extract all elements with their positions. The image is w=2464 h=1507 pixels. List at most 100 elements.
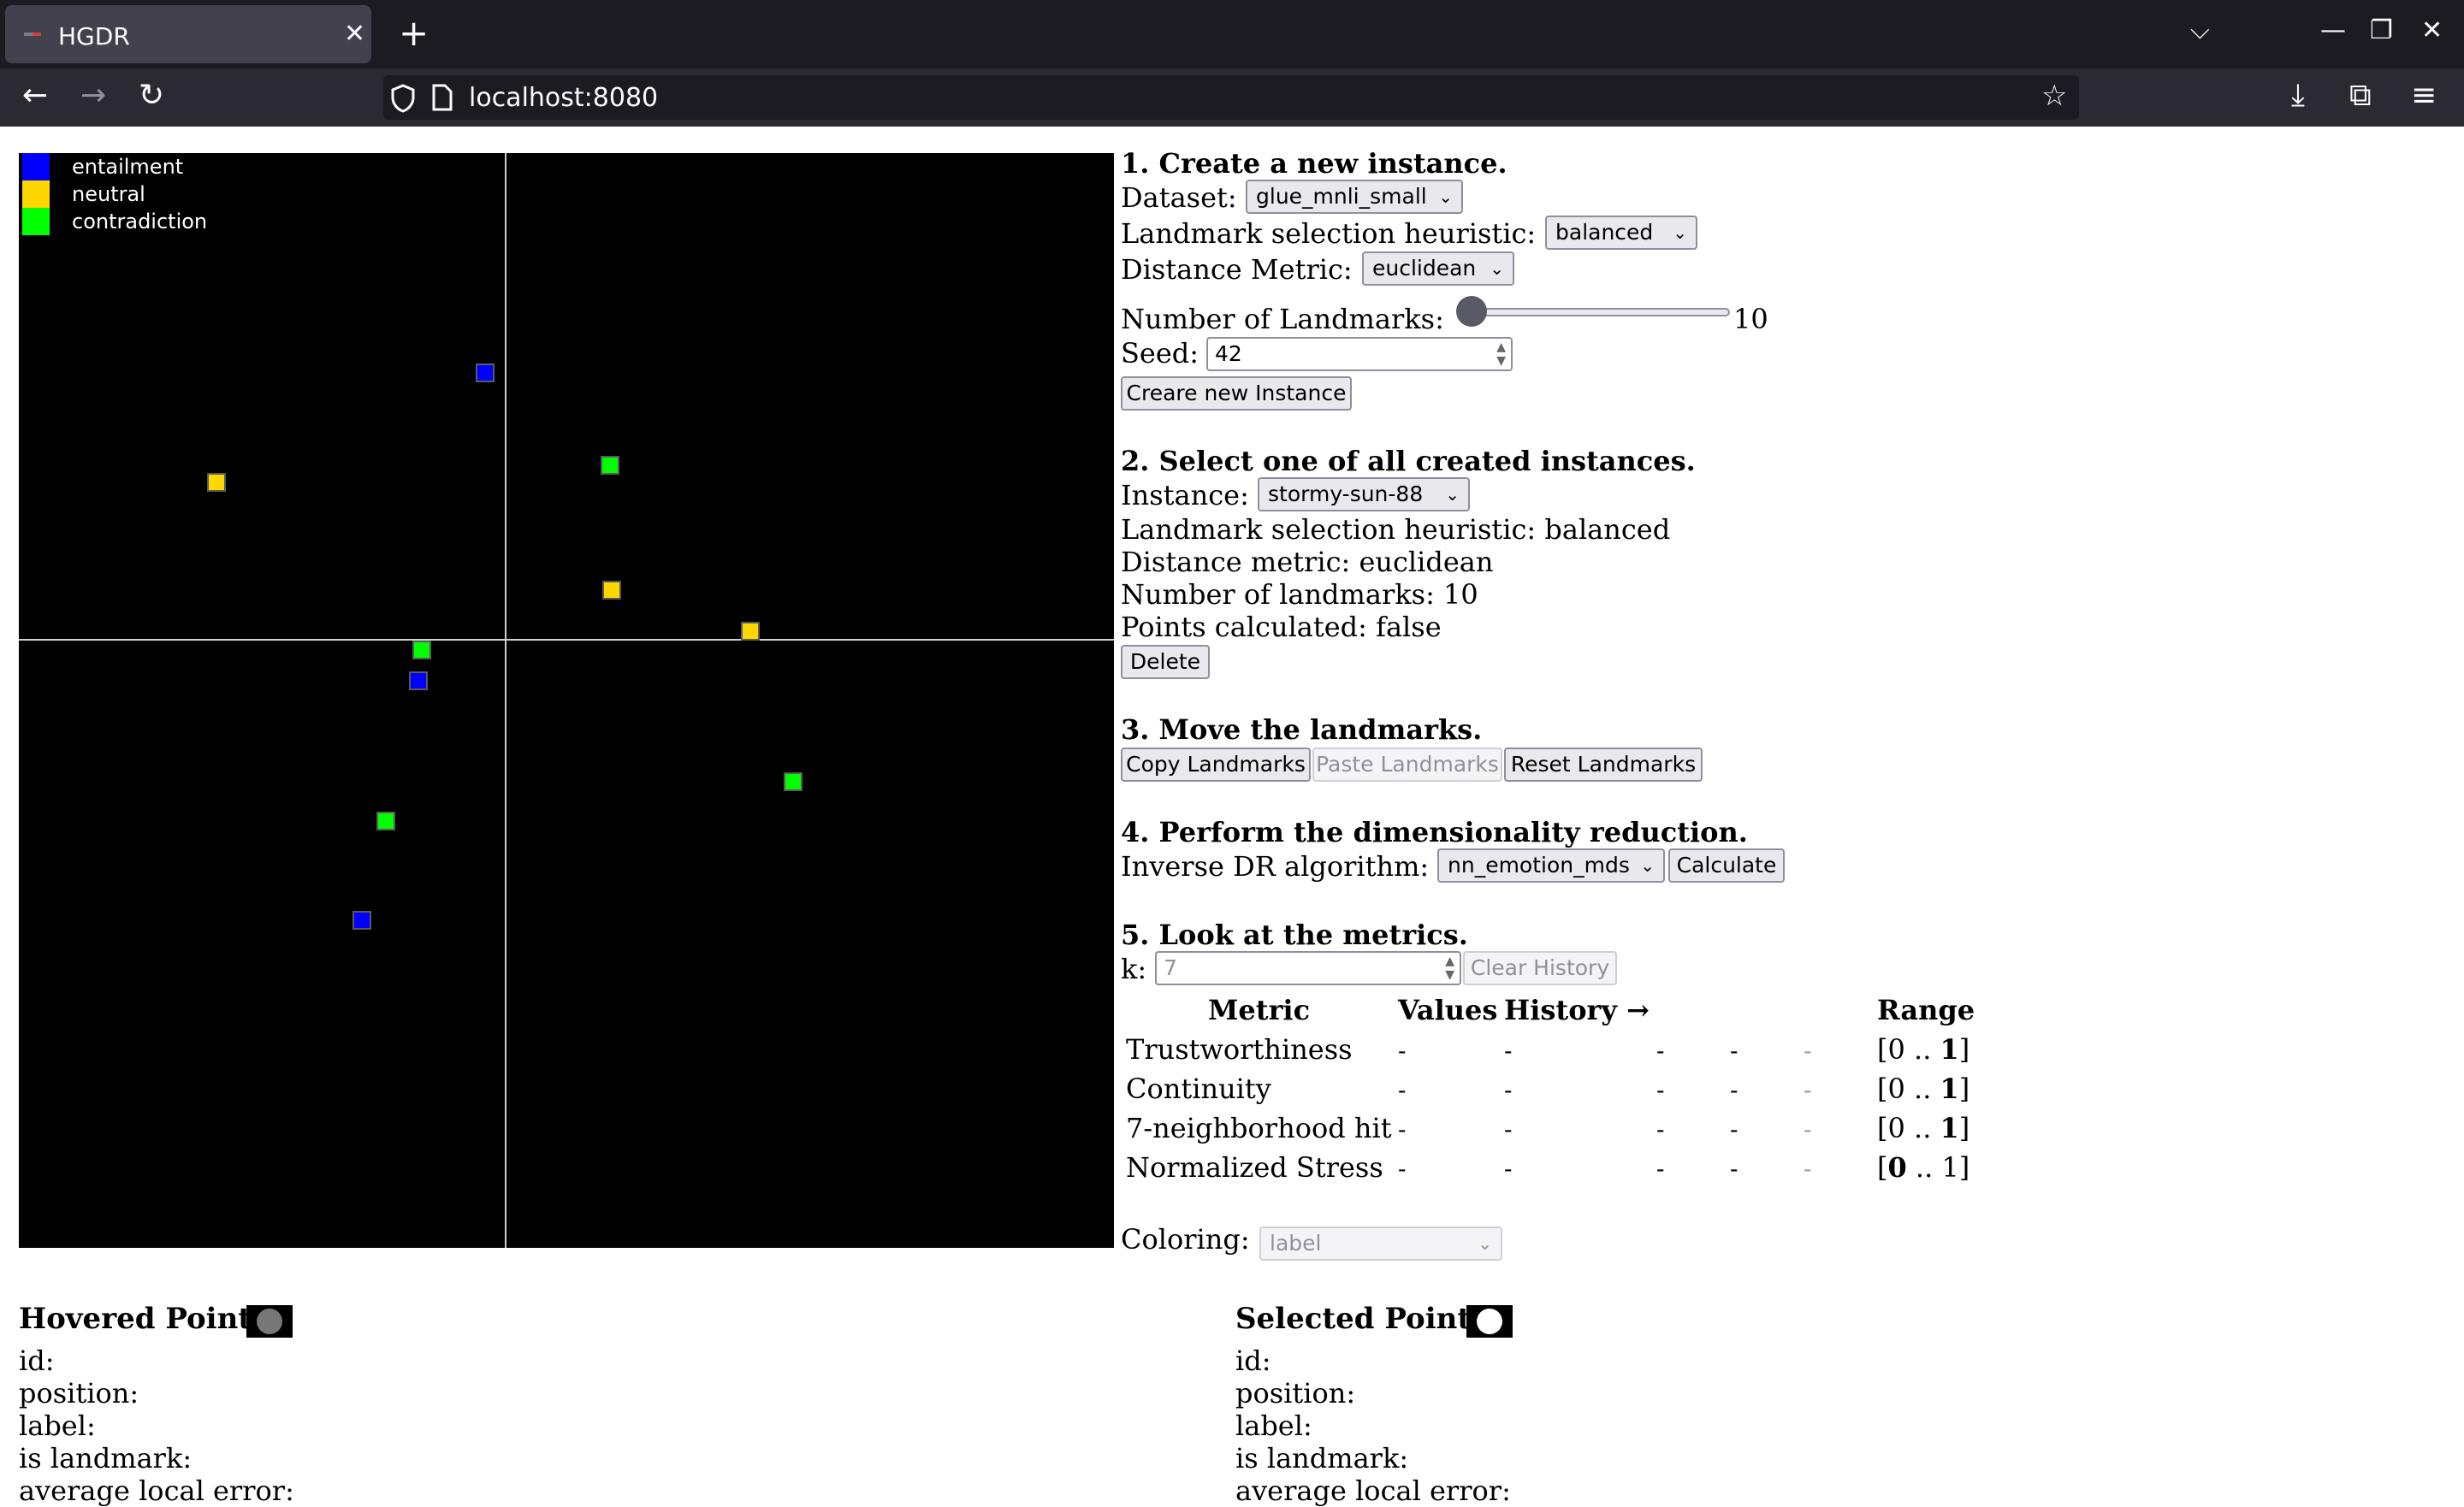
- metric-history: -: [1730, 1155, 1738, 1183]
- instance-select[interactable]: stormy-sun-88 ⌄: [1258, 477, 1470, 511]
- chevron-down-icon: ⌄: [1490, 258, 1504, 279]
- coloring-label: Coloring:: [1121, 1223, 1250, 1256]
- projection-canvas[interactable]: entailment neutral contradiction: [19, 153, 1114, 1248]
- url-text[interactable]: localhost:8080: [469, 82, 658, 115]
- horizontal-axis-line: [19, 639, 1114, 641]
- distance-metric-label: Distance Metric:: [1121, 253, 1353, 286]
- algorithm-select[interactable]: nn_emotion_mds ⌄: [1437, 848, 1665, 883]
- landmark-point[interactable]: [601, 456, 619, 475]
- metric-history: -: [1504, 1076, 1513, 1104]
- landmark-point[interactable]: [412, 641, 431, 659]
- page-icon: [432, 84, 453, 111]
- tab-close-icon[interactable]: ✕: [344, 19, 365, 50]
- landmarks-slider-thumb[interactable]: [1456, 296, 1487, 327]
- section5-heading: 5. Look at the metrics.: [1121, 919, 1468, 951]
- landmark-point[interactable]: [376, 812, 395, 830]
- dataset-select[interactable]: glue_mnli_small ⌄: [1246, 180, 1463, 214]
- paste-landmarks-button[interactable]: Paste Landmarks: [1312, 748, 1502, 782]
- create-instance-button[interactable]: Creare new Instance: [1121, 376, 1352, 411]
- k-label: k:: [1121, 953, 1147, 985]
- k-input[interactable]: 7 ▲ ▼: [1155, 951, 1461, 985]
- browser-tab[interactable]: HGDR ✕: [5, 5, 371, 63]
- close-window-icon[interactable]: ✕: [2421, 14, 2443, 48]
- legend-label: neutral: [72, 182, 145, 206]
- legend-swatch: [22, 180, 50, 208]
- seed-input[interactable]: 42 ▲ ▼: [1206, 337, 1513, 371]
- instance-label: Instance:: [1121, 479, 1249, 511]
- metric-range: [0 .. 1]: [1877, 1112, 1970, 1144]
- metric-name: Normalized Stress: [1126, 1151, 1383, 1184]
- back-icon[interactable]: ←: [22, 79, 48, 113]
- landmark-point[interactable]: [784, 772, 803, 791]
- heuristic-select[interactable]: balanced ⌄: [1545, 216, 1697, 250]
- metric-history: -: [1730, 1076, 1738, 1104]
- landmark-point[interactable]: [741, 622, 760, 641]
- instance-points-info: Points calculated: false: [1121, 611, 1442, 643]
- legend-label: contradiction: [72, 210, 208, 233]
- heuristic-label: Landmark selection heuristic:: [1121, 217, 1537, 250]
- values-column-header: Values: [1398, 994, 1498, 1026]
- metric-history: -: [1804, 1115, 1812, 1144]
- metric-history: -: [1804, 1155, 1812, 1183]
- selected-id-label: id:: [1235, 1344, 1271, 1377]
- section1-heading: 1. Create a new instance.: [1121, 147, 1507, 180]
- metric-history: -: [1804, 1037, 1812, 1065]
- shield-icon[interactable]: [390, 84, 416, 113]
- chevron-down-icon: ⌄: [1478, 1233, 1492, 1254]
- selected-label-label: label:: [1235, 1409, 1312, 1442]
- hovered-error-label: average local error:: [19, 1474, 294, 1507]
- spinner-icon[interactable]: ▲ ▼: [1445, 954, 1454, 982]
- downloads-icon[interactable]: ⤓: [2291, 79, 2305, 113]
- clear-history-button[interactable]: Clear History: [1463, 951, 1617, 985]
- instance-heuristic-info: Landmark selection heuristic: balanced: [1121, 513, 1671, 546]
- spinner-icon[interactable]: ▲ ▼: [1496, 340, 1506, 368]
- landmarks-slider[interactable]: [1472, 308, 1730, 316]
- heuristic-select-value: balanced: [1555, 220, 1654, 245]
- extensions-icon[interactable]: ⧉: [2349, 79, 2372, 113]
- distance-metric-select-value: euclidean: [1372, 256, 1477, 281]
- favicon-icon: [24, 33, 41, 36]
- metric-history: -: [1504, 1037, 1513, 1065]
- copy-landmarks-button[interactable]: Copy Landmarks: [1121, 748, 1311, 782]
- metric-column-header: Metric: [1208, 994, 1311, 1026]
- selected-error-label: average local error:: [1235, 1474, 1511, 1507]
- minimize-icon[interactable]: —: [2320, 14, 2346, 48]
- hovered-id-label: id:: [19, 1344, 55, 1377]
- landmark-point[interactable]: [476, 363, 495, 382]
- hovered-point-title: Hovered Point: [19, 1302, 252, 1336]
- calculate-button[interactable]: Calculate: [1668, 848, 1785, 883]
- new-tab-icon[interactable]: +: [399, 10, 429, 56]
- reset-landmarks-button[interactable]: Reset Landmarks: [1504, 748, 1703, 782]
- metric-history: -: [1504, 1115, 1513, 1144]
- menu-icon[interactable]: ≡: [2411, 79, 2437, 113]
- tab-title: HGDR: [58, 22, 130, 50]
- instance-landmarks-info: Number of landmarks: 10: [1121, 578, 1478, 611]
- history-column-header: History →: [1504, 994, 1650, 1026]
- landmark-point[interactable]: [352, 911, 371, 930]
- metric-history: -: [1730, 1037, 1738, 1065]
- metric-name: Trustworthiness: [1126, 1033, 1353, 1066]
- restore-icon[interactable]: ❐: [2370, 14, 2393, 48]
- landmark-point[interactable]: [207, 473, 226, 492]
- instance-select-value: stormy-sun-88: [1268, 482, 1424, 506]
- distance-metric-select[interactable]: euclidean ⌄: [1362, 251, 1514, 286]
- seed-input-value: 42: [1215, 341, 1242, 366]
- chevron-down-icon: ⌄: [1673, 222, 1687, 243]
- reload-icon[interactable]: ↻: [139, 79, 164, 113]
- section4-heading: 4. Perform the dimensionality reduction.: [1121, 816, 1748, 848]
- bookmark-star-icon[interactable]: ☆: [2041, 79, 2067, 113]
- legend-swatch: [22, 208, 50, 235]
- dataset-label: Dataset:: [1121, 181, 1237, 214]
- instance-metric-info: Distance metric: euclidean: [1121, 546, 1494, 578]
- hovered-position-label: position:: [19, 1377, 139, 1409]
- dataset-select-value: glue_mnli_small: [1256, 184, 1427, 209]
- forward-icon[interactable]: →: [80, 79, 106, 113]
- tab-list-chevron-icon[interactable]: ⌵: [2190, 15, 2210, 45]
- section3-heading: 3. Move the landmarks.: [1121, 713, 1483, 746]
- landmark-point[interactable]: [602, 581, 621, 600]
- metric-value: -: [1398, 1115, 1407, 1144]
- coloring-select[interactable]: label ⌄: [1259, 1226, 1502, 1261]
- delete-button[interactable]: Delete: [1121, 645, 1210, 679]
- metric-history: -: [1504, 1155, 1513, 1183]
- landmark-point[interactable]: [409, 671, 428, 690]
